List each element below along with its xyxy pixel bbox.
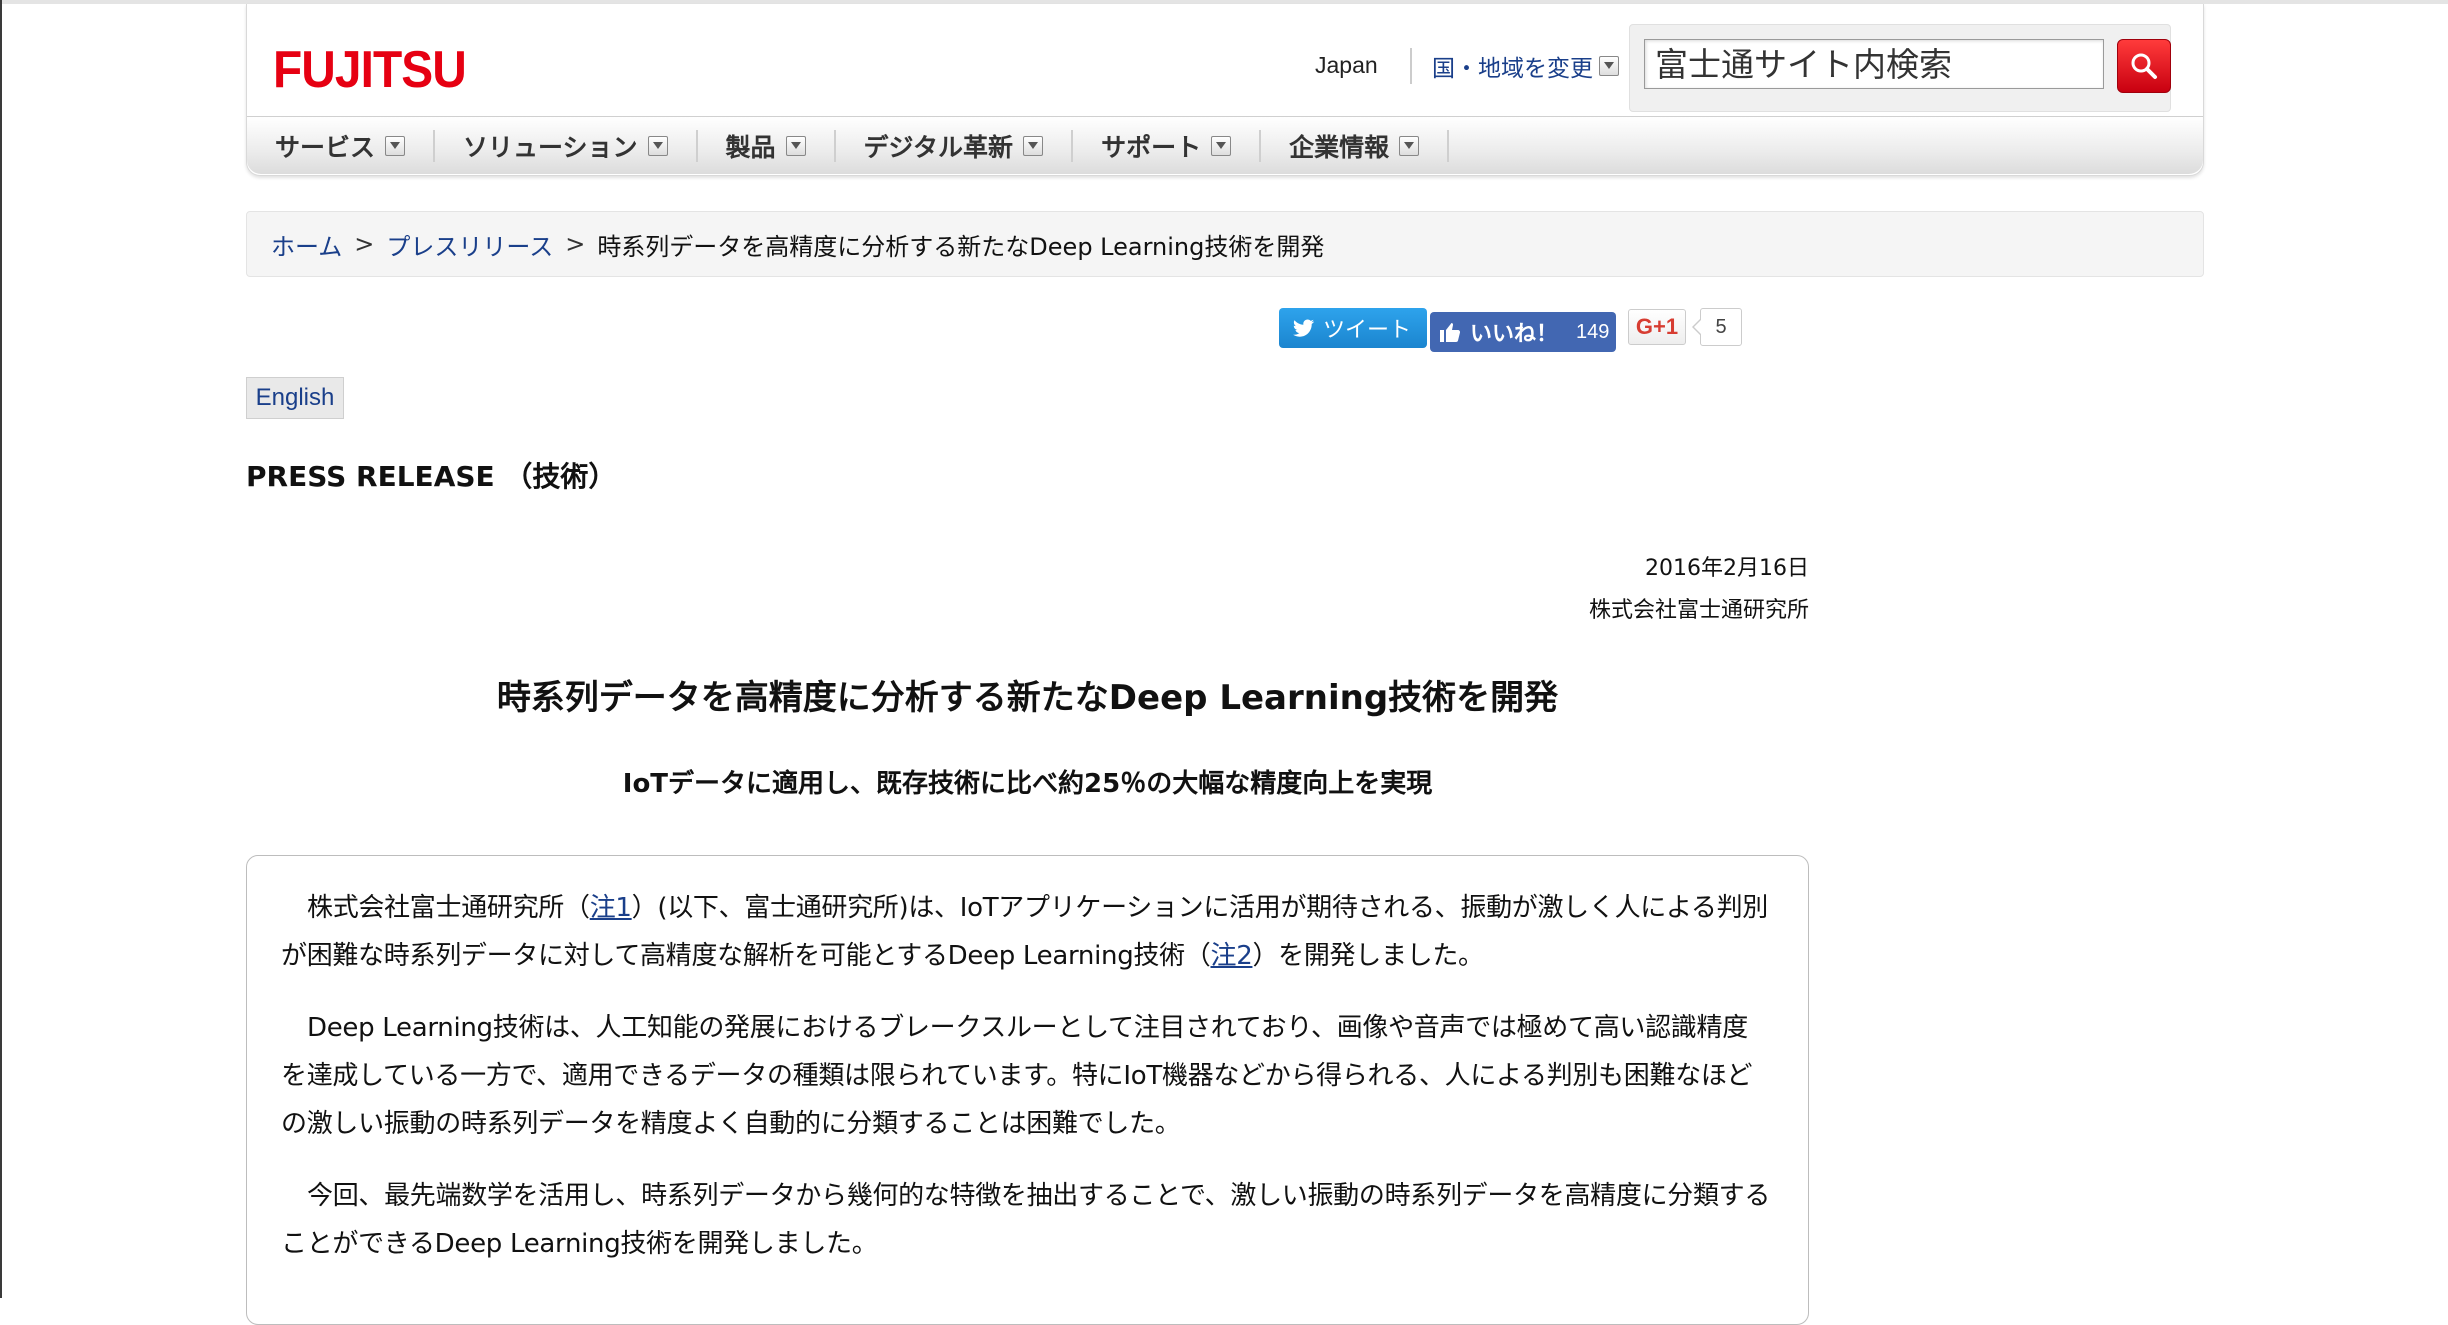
chevron-down-icon [1023,135,1044,156]
gplus-button[interactable]: G+1 [1628,309,1686,345]
page-subtitle: IoTデータに適用し、既存技術に比べ約25％の大幅な精度向上を実現 [622,769,1433,799]
breadcrumb-current: 時系列データを高精度に分析する新たなDeep Learning技術を開発 [597,232,1325,261]
twitter-bird-icon [1293,319,1314,337]
window-left-edge [0,0,2,1298]
breadcrumb-separator: > [565,230,586,258]
site-header: FUJITSU Japan 国・地域を変更 サービス ソリューション 製品 デジ… [246,4,2204,176]
summary-paragraph-1: 株式会社富士通研究所（注1）(以下、富士通研究所)は、IoTアプリケーションに活… [281,884,1772,980]
nav-item-services[interactable]: サービス [275,129,436,162]
nav-item-digital[interactable]: デジタル革新 [863,129,1074,162]
facebook-like-button[interactable]: いいね！ 149 [1430,312,1616,352]
chevron-down-icon [1599,56,1619,76]
nav-item-label: ソリューション [463,132,638,162]
thumbs-up-icon [1440,323,1461,342]
region-change-label: 国・地域を変更 [1432,55,1593,81]
breadcrumb-home[interactable]: ホーム [271,227,342,262]
chevron-down-icon [1211,135,1232,156]
p1-text-c: ）を開発しました。 [1252,941,1484,971]
press-release-heading: PRESS RELEASE （技術） [246,460,617,493]
nav-item-support[interactable]: サポート [1101,129,1262,162]
like-label: いいね！ [1470,321,1559,346]
nav-item-corporate[interactable]: 企業情報 [1289,129,1450,162]
nav-item-label: デジタル革新 [863,132,1014,162]
nav-item-products[interactable]: 製品 [725,129,836,162]
search-input[interactable] [1644,39,2104,89]
note-2-link[interactable]: 注2 [1211,941,1253,971]
nav-item-label: 企業情報 [1289,132,1390,162]
region-label: Japan [1315,52,1378,78]
page-title: 時系列データを高精度に分析する新たなDeep Learning技術を開発 [496,678,1559,718]
release-date: 2016年2月16日 [1645,556,1809,581]
summary-paragraph-3: 今回、最先端数学を活用し、時系列データから幾何的な特徴を抽出することで、激しい振… [281,1181,1771,1259]
chevron-down-icon [647,135,668,156]
region-change-link[interactable]: 国・地域を変更 [1410,48,1619,84]
search-area [1629,24,2171,112]
gplus-icon: G+1 [1635,314,1679,339]
nav-item-label: 製品 [725,132,776,162]
main-nav: サービス ソリューション 製品 デジタル革新 サポート 企業情報 [247,116,2203,174]
summary-paragraph-2: Deep Learning技術は、人工知能の発展におけるブレークスルーとして注目… [281,1013,1753,1139]
breadcrumb-press[interactable]: プレスリリース [386,227,553,262]
english-link[interactable]: English [246,377,344,419]
breadcrumb-separator: > [354,230,375,258]
p1-text-a: 株式会社富士通研究所（ [307,893,590,923]
nav-item-label: サポート [1101,132,1202,162]
breadcrumb: ホーム > プレスリリース > 時系列データを高精度に分析する新たなDeep L… [246,211,2204,277]
fujitsu-logo[interactable]: FUJITSU [273,40,467,100]
search-button[interactable] [2117,39,2171,93]
gplus-count-value: 5 [1715,315,1727,338]
gplus-count: 5 [1692,308,1742,346]
note-1-link[interactable]: 注1 [590,893,632,923]
english-label: English [255,384,335,411]
chevron-down-icon [785,135,806,156]
company-name: 株式会社富士通研究所 [1588,598,1809,623]
chevron-down-icon [385,135,406,156]
nav-item-solutions[interactable]: ソリューション [463,129,698,162]
tweet-button[interactable]: ツイート [1279,308,1427,348]
chevron-down-icon [1399,135,1420,156]
tweet-label: ツイート [1323,317,1412,342]
search-icon [2131,53,2157,79]
like-count: 149 [1576,320,1610,343]
nav-item-label: サービス [275,132,376,162]
summary-box: 株式会社富士通研究所（注1）(以下、富士通研究所)は、IoTアプリケーションに活… [246,855,1809,1325]
